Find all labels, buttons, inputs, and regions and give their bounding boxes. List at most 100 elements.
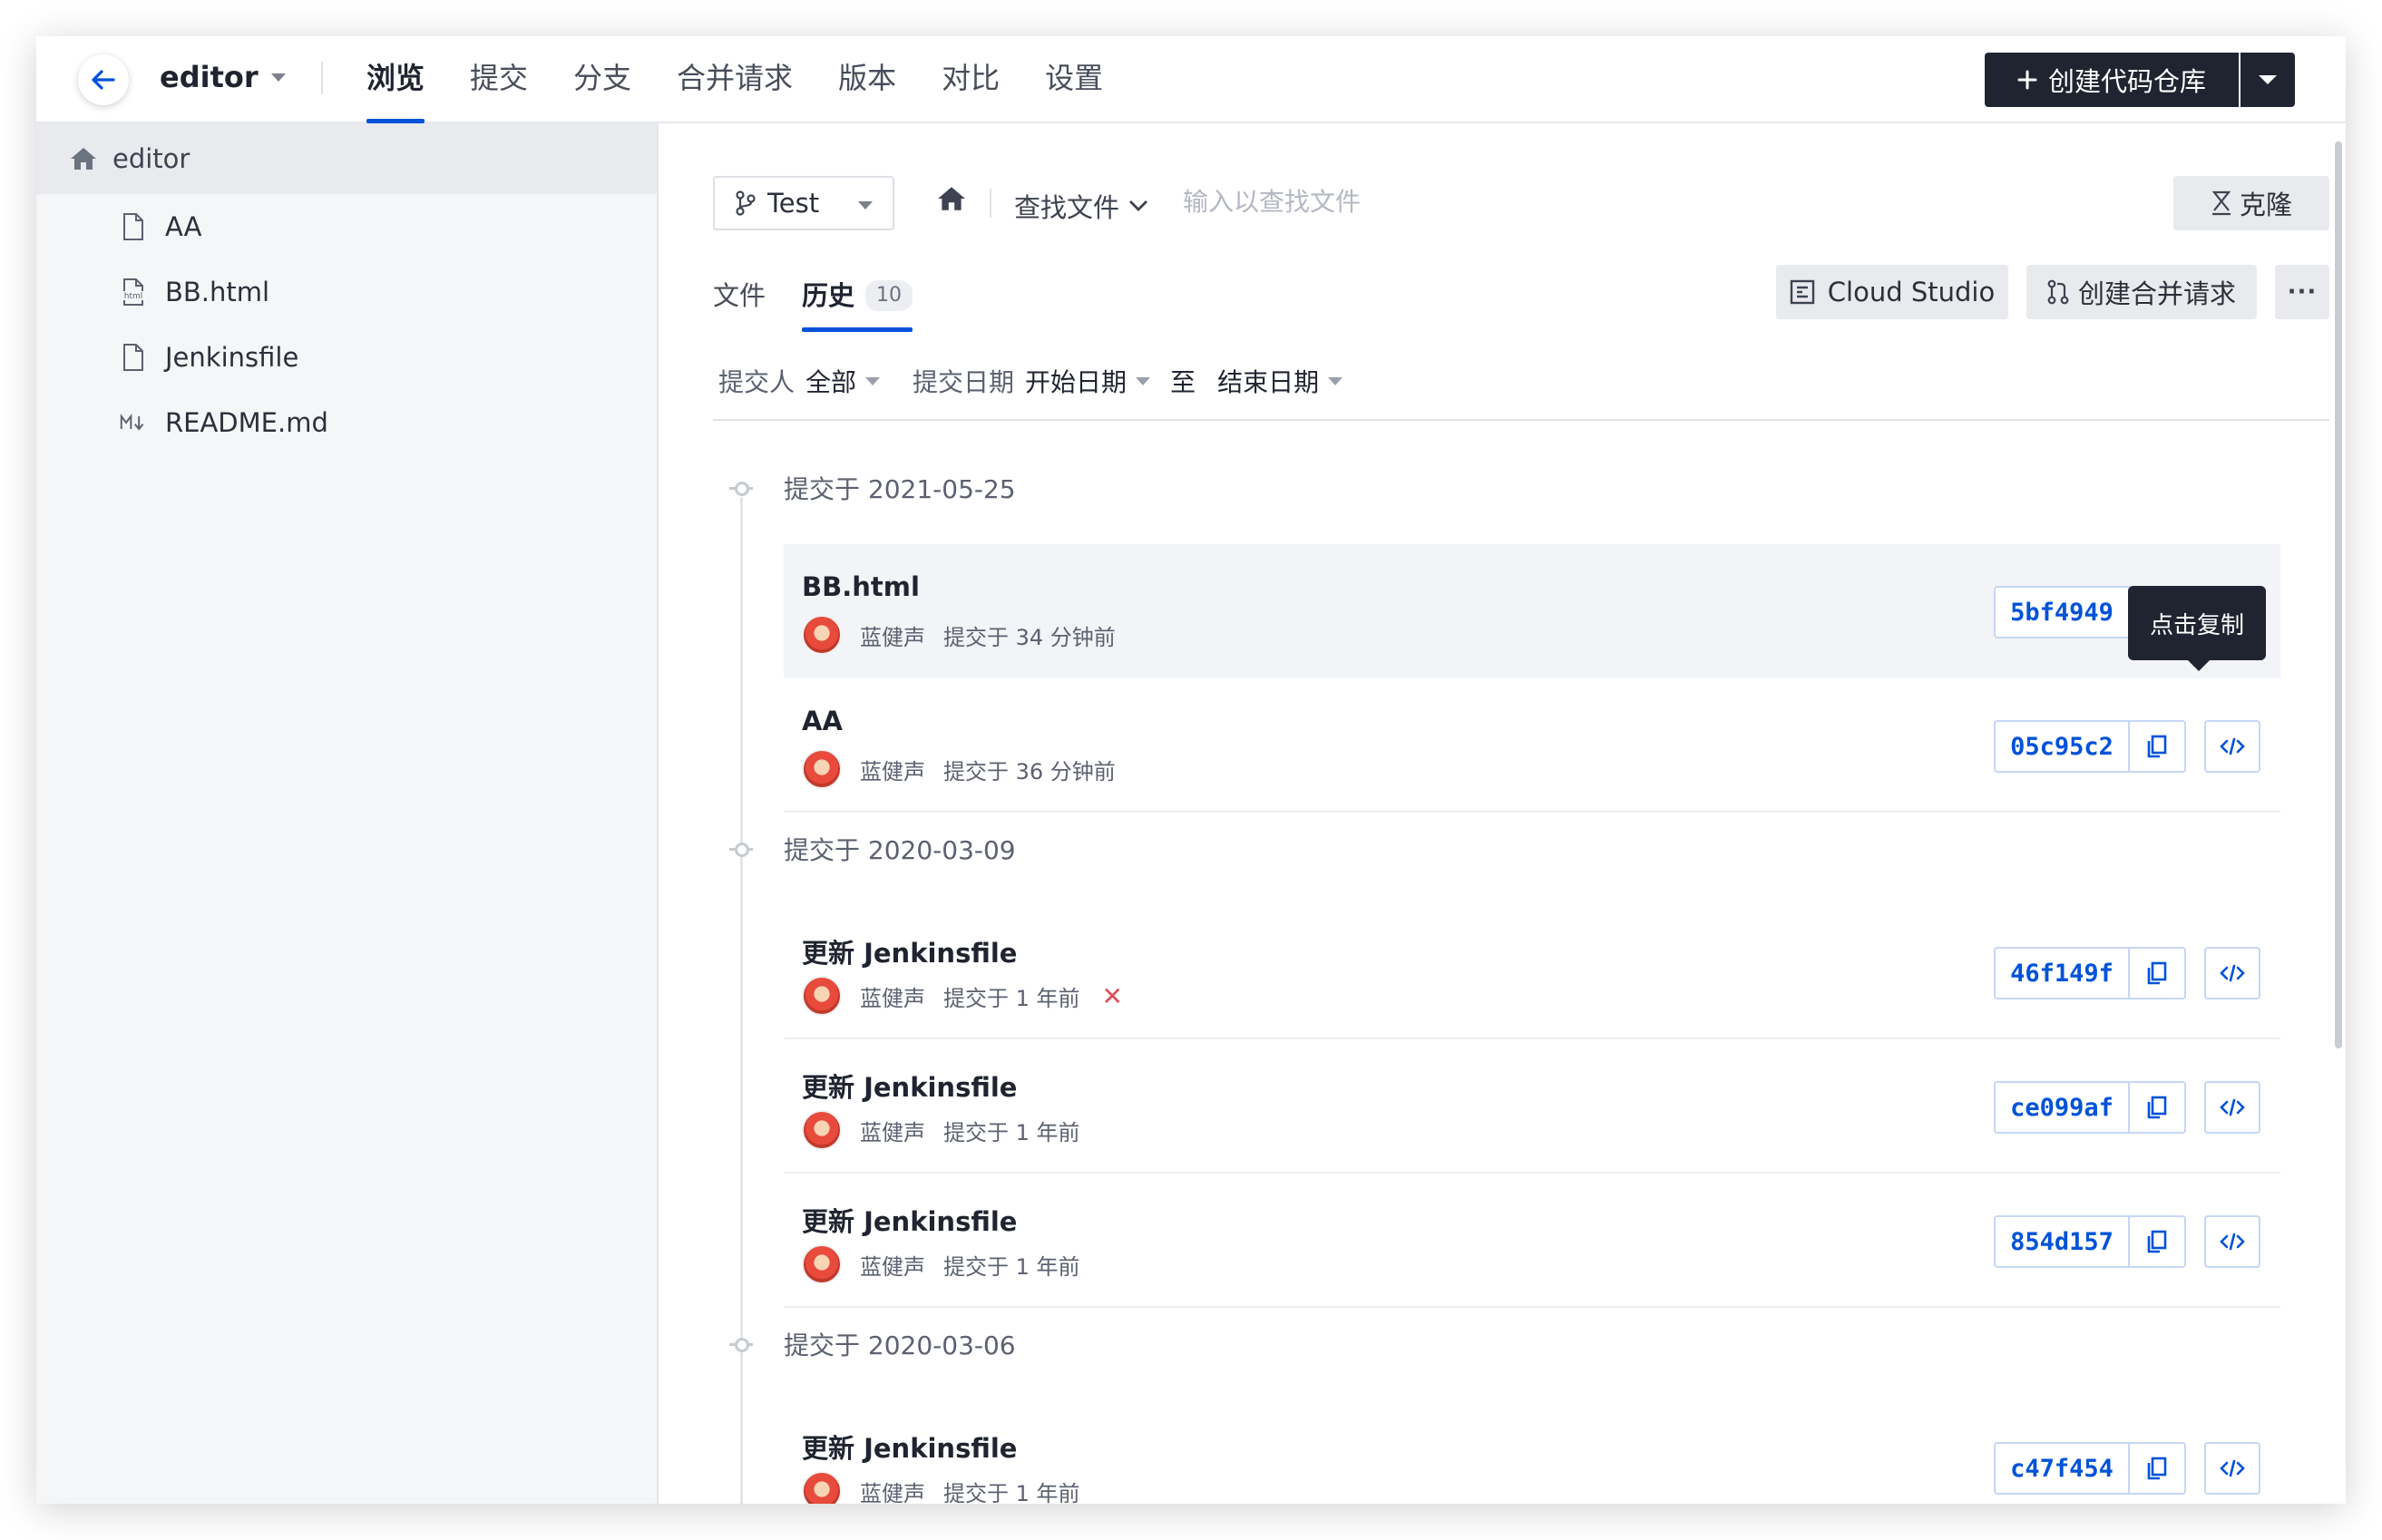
scrollbar[interactable] xyxy=(2331,123,2344,1504)
home-icon[interactable] xyxy=(936,185,967,212)
create-merge-request-button[interactable]: 创建合并请求 xyxy=(2026,265,2257,319)
commit-title[interactable]: BB.html xyxy=(802,571,920,602)
commit-hash-link[interactable]: 05c95c2 xyxy=(1994,720,2130,773)
copy-hash-button[interactable] xyxy=(2130,1442,2186,1495)
cloud-studio-button[interactable]: Cloud Studio xyxy=(1776,265,2008,319)
file-tree-item[interactable]: AA xyxy=(36,194,657,259)
commit-author[interactable]: 蓝健声 xyxy=(860,1249,925,1281)
commit-hash-group: ce099af xyxy=(1994,1081,2260,1134)
commit-row[interactable]: BB.html 蓝健声 提交于 34 分钟前 5bf4949 xyxy=(784,544,2280,678)
tab-history[interactable]: 历史 10 xyxy=(802,259,913,332)
commit-title[interactable]: 更新 Jenkinsfile xyxy=(802,1201,1017,1239)
back-button[interactable] xyxy=(78,54,129,105)
tab-settings[interactable]: 设置 xyxy=(1045,36,1103,123)
copy-icon xyxy=(2147,961,2167,985)
commit-row[interactable]: 更新 Jenkinsfile 蓝健声 提交于 1 年前 ✕ 46f149f xyxy=(784,905,2280,1039)
file-tree-item[interactable]: Jenkinsfile xyxy=(36,325,657,390)
commit-time: 提交于 34 分钟前 xyxy=(943,624,1116,650)
tab-commits[interactable]: 提交 xyxy=(470,36,528,123)
commit-hash-link[interactable]: 5bf4949 xyxy=(1994,586,2130,638)
commit-hash-link[interactable]: 854d157 xyxy=(1994,1215,2130,1268)
divider xyxy=(713,419,2329,421)
commit-group-header: 提交于 2021-05-25 xyxy=(713,470,1016,506)
repo-switcher[interactable]: editor xyxy=(160,60,286,94)
copy-hash-button[interactable] xyxy=(2130,1081,2186,1134)
avatar xyxy=(802,615,842,655)
commit-title[interactable]: 更新 Jenkinsfile xyxy=(802,932,1017,970)
file-tree-item[interactable]: html BB.html xyxy=(36,259,657,325)
file-tree-item[interactable]: README.md xyxy=(36,390,657,455)
commit-author[interactable]: 蓝健声 xyxy=(860,619,925,651)
browse-code-button[interactable] xyxy=(2204,720,2260,773)
home-icon xyxy=(71,148,96,170)
cloud-studio-icon xyxy=(1790,279,1814,305)
copy-hash-button[interactable] xyxy=(2130,720,2186,773)
commit-meta: 蓝健声 提交于 1 年前 xyxy=(802,1471,1080,1504)
browse-code-button[interactable] xyxy=(2204,1081,2260,1134)
commit-row[interactable]: AA 蓝健声 提交于 36 分钟前 05c95c2 xyxy=(784,678,2280,813)
create-repo-button[interactable]: 创建代码仓库 xyxy=(1985,53,2239,107)
commit-author[interactable]: 蓝健声 xyxy=(860,754,925,785)
tab-browse[interactable]: 浏览 xyxy=(366,36,425,123)
file-tree-root[interactable]: editor xyxy=(36,123,657,194)
commit-title[interactable]: 更新 Jenkinsfile xyxy=(802,1067,1017,1105)
end-date-value: 结束日期 xyxy=(1217,367,1320,397)
root-label: editor xyxy=(112,143,190,174)
create-dropdown-button[interactable] xyxy=(2240,53,2295,107)
commit-group-date: 提交于 2020-03-06 xyxy=(784,1330,1016,1360)
commit-hash-link[interactable]: 46f149f xyxy=(1994,947,2130,999)
commit-hash-group: c47f454 xyxy=(1994,1442,2260,1495)
history-filters: 提交人 全部 提交日期 开始日期 至 结束日期 xyxy=(718,361,1343,401)
end-date-picker[interactable]: 结束日期 xyxy=(1217,363,1343,399)
tab-releases[interactable]: 版本 xyxy=(838,36,896,123)
branch-selector[interactable]: Test xyxy=(713,176,894,230)
copy-icon xyxy=(2147,1096,2167,1119)
copy-hash-button[interactable] xyxy=(2130,947,2186,999)
commit-row[interactable]: 更新 Jenkinsfile 蓝健声 提交于 1 年前 c47f454 xyxy=(784,1400,2280,1504)
copy-tooltip: 点击复制 xyxy=(2128,586,2266,671)
merge-request-icon xyxy=(2047,279,2069,305)
code-icon xyxy=(2220,737,2245,755)
commit-row[interactable]: 更新 Jenkinsfile 蓝健声 提交于 1 年前 ce099af xyxy=(784,1039,2280,1174)
commit-hash-group: 46f149f xyxy=(1994,947,2260,999)
commit-title[interactable]: 更新 Jenkinsfile xyxy=(802,1428,1017,1466)
commit-group-date: 提交于 2020-03-09 xyxy=(784,835,1016,865)
browse-code-button[interactable] xyxy=(2204,1215,2260,1268)
caret-down-icon xyxy=(1328,376,1343,385)
browse-code-button[interactable] xyxy=(2204,947,2260,999)
tab-branches[interactable]: 分支 xyxy=(573,36,631,123)
clone-button[interactable]: 克隆 xyxy=(2173,176,2329,230)
copy-hash-button[interactable] xyxy=(2130,1215,2186,1268)
caret-down-icon xyxy=(858,201,873,210)
commit-row[interactable]: 更新 Jenkinsfile 蓝健声 提交于 1 年前 854d157 xyxy=(784,1174,2280,1308)
start-date-picker[interactable]: 开始日期 xyxy=(1025,363,1151,399)
file-icon xyxy=(120,342,147,373)
commit-history: 提交于 2021-05-25 BB.html 蓝健声 提交于 34 分钟前 5b… xyxy=(713,443,2329,1504)
commit-hash-link[interactable]: c47f454 xyxy=(1994,1442,2130,1495)
commit-author[interactable]: 蓝健声 xyxy=(860,980,925,1012)
copy-icon xyxy=(2147,1457,2167,1480)
commit-time: 提交于 1 年前 xyxy=(943,1119,1080,1145)
more-actions-button[interactable]: ··· xyxy=(2275,265,2329,319)
create-merge-request-label: 创建合并请求 xyxy=(2077,278,2236,309)
build-failed-icon[interactable]: ✕ xyxy=(1102,981,1123,1011)
main-nav: 浏览 提交 分支 合并请求 版本 对比 设置 xyxy=(366,36,1103,123)
commit-author[interactable]: 蓝健声 xyxy=(860,1115,925,1146)
tab-files[interactable]: 文件 xyxy=(713,259,766,332)
tab-history-label: 历史 xyxy=(802,280,855,311)
tab-merge-requests[interactable]: 合并请求 xyxy=(677,36,793,123)
commit-meta: 蓝健声 提交于 34 分钟前 xyxy=(802,615,1116,655)
commit-title[interactable]: AA xyxy=(802,706,843,736)
find-file-dropdown[interactable]: 查找文件 xyxy=(1014,187,1148,225)
svg-text:html: html xyxy=(124,292,143,301)
committer-filter[interactable]: 全部 xyxy=(805,363,881,399)
browse-code-button[interactable] xyxy=(2204,1442,2260,1495)
commit-hash-link[interactable]: ce099af xyxy=(1994,1081,2130,1134)
code-icon xyxy=(2220,1233,2245,1251)
find-file-input[interactable] xyxy=(1183,187,1546,217)
avatar xyxy=(802,1471,842,1504)
commit-author[interactable]: 蓝健声 xyxy=(860,1476,925,1505)
scrollbar-thumb[interactable] xyxy=(2335,141,2342,1048)
caret-down-icon xyxy=(1136,376,1151,385)
tab-compare[interactable]: 对比 xyxy=(942,36,1000,123)
